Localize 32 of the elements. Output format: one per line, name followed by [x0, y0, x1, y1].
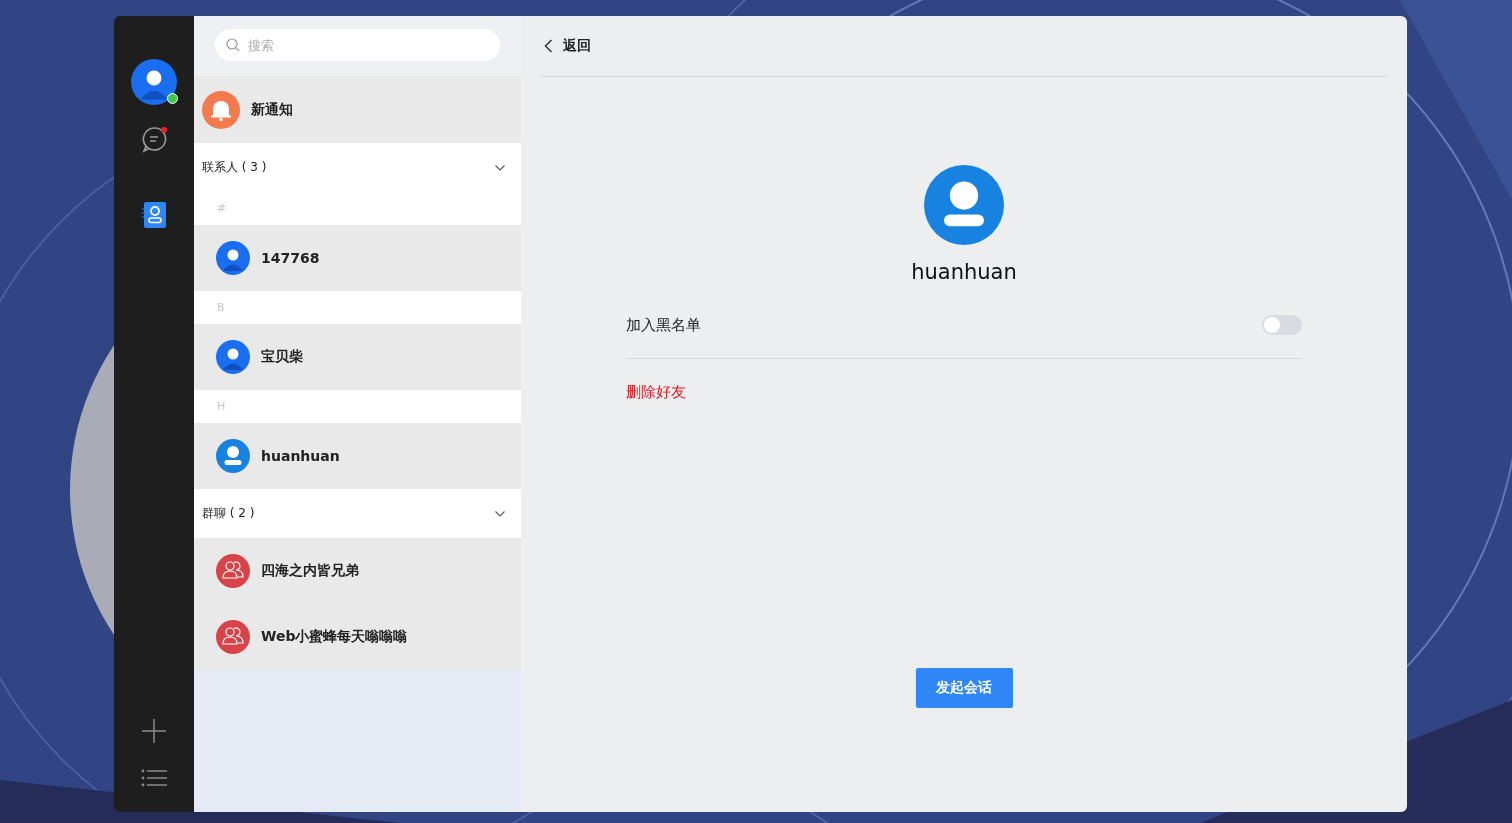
contact-item[interactable]: Web小蜜蜂每天嗡嗡嗡	[194, 604, 521, 670]
contacts-group-header[interactable]: 联系人 ( 3 )	[194, 143, 521, 192]
contacts-icon	[141, 201, 167, 229]
person-avatar-icon	[131, 59, 177, 105]
user-avatar-icon	[924, 165, 1004, 245]
blacklist-label: 加入黑名单	[626, 315, 701, 335]
groups-header[interactable]: 群聊 ( 2 )	[194, 489, 521, 538]
notification-item[interactable]: 新通知	[194, 76, 521, 143]
chevron-icon	[495, 510, 505, 517]
group-avatar-icon	[216, 554, 250, 588]
blacklist-toggle[interactable]	[1262, 315, 1302, 335]
user-avatar-icon	[216, 439, 250, 473]
chat-icon	[140, 125, 168, 153]
profile-name: huanhuan	[911, 260, 1017, 284]
delete-friend-link[interactable]: 删除好友	[626, 383, 686, 402]
bell-icon	[202, 90, 240, 129]
search-field[interactable]: 搜索	[215, 29, 500, 61]
add-button[interactable]	[141, 718, 167, 744]
search-icon	[226, 38, 240, 52]
contact-item[interactable]: 四海之内皆兄弟	[194, 538, 521, 604]
back-chevron-icon	[544, 39, 553, 53]
back-button[interactable]: 返回	[541, 37, 591, 55]
person-avatar-icon	[216, 340, 250, 374]
menu-button[interactable]	[141, 768, 167, 788]
contact-item[interactable]: 宝贝柴	[194, 324, 521, 390]
group-avatar-icon	[216, 620, 250, 654]
chevron-icon	[495, 164, 505, 171]
contact-item[interactable]: 147768	[194, 225, 521, 291]
index-letter: #	[217, 202, 227, 215]
person-avatar-icon	[216, 241, 250, 275]
contact-item[interactable]: huanhuan	[194, 423, 521, 489]
start-chat-button[interactable]: 发起会话	[915, 668, 1013, 708]
